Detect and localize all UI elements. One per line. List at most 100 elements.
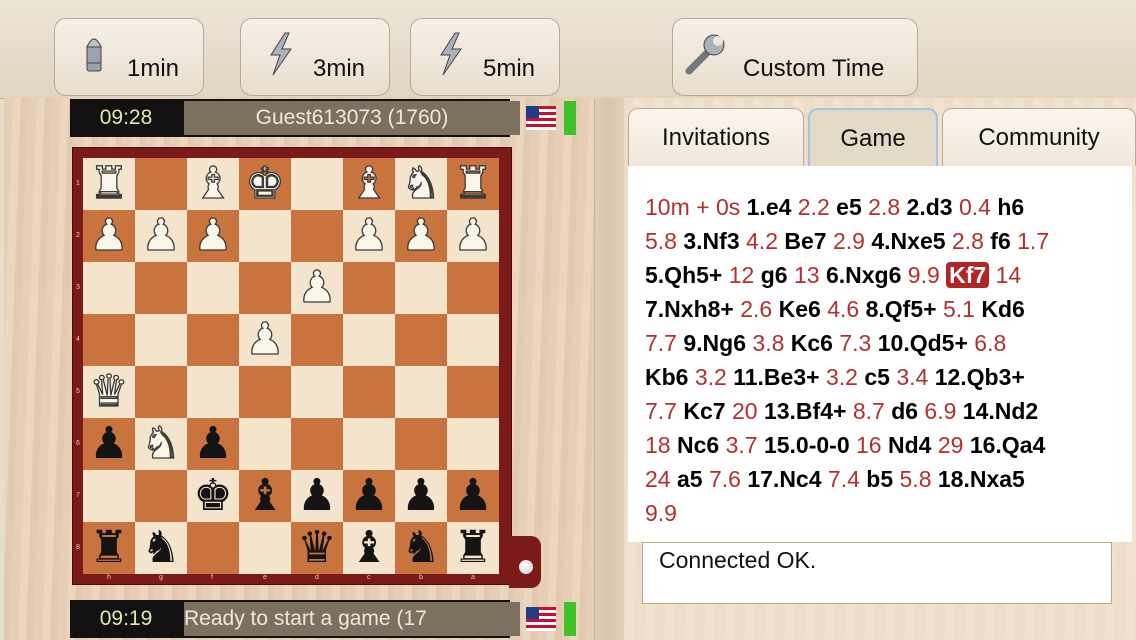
panel-divider[interactable] [594,98,625,640]
white-knight-piece[interactable]: ♞ [395,157,447,210]
move[interactable]: Nd4 [888,432,931,458]
move[interactable]: d6 [891,398,918,424]
board-square[interactable] [291,366,343,418]
board-square[interactable] [395,366,447,418]
black-king-piece[interactable]: ♚ [187,470,239,522]
custom-time-button[interactable]: Custom Time [672,18,918,96]
board-square[interactable] [291,210,343,262]
board-square[interactable] [291,418,343,470]
board-square[interactable] [135,158,187,210]
move[interactable]: 12.Qb3+ [935,364,1025,390]
move[interactable]: 11.Be3+ [733,364,819,390]
board-square[interactable] [447,366,499,418]
current-move[interactable]: Kf7 [946,262,990,288]
tab-invitations[interactable]: Invitations [628,108,804,166]
black-knight-piece[interactable]: ♞ [395,522,447,574]
tab-game[interactable]: Game [808,108,938,166]
white-bishop-piece[interactable]: ♝ [187,157,239,210]
time-3min-button[interactable]: 3min [240,18,390,96]
black-rook-piece[interactable]: ♜ [447,522,499,574]
move[interactable]: h6 [997,194,1024,220]
move[interactable]: 7.Nxh8+ [645,296,734,322]
board-square[interactable] [135,314,187,366]
chess-board[interactable]: ♜ ♝ ♚ ♝ ♞ ♜ ♟ ♟ ♟ ♟ ♟ ♟ ♟ ♟ ♛ ♟ ♞ ♟ ♚ ♝ ♟ ♟ ♟ ♟ ♜ ♞ ♛ ♝ ♞ ♜ [83,157,499,574]
white-pawn-piece[interactable]: ♟ [187,209,239,262]
white-pawn-piece[interactable]: ♟ [135,209,187,262]
tab-community[interactable]: Community [942,108,1136,166]
board-square[interactable] [447,314,499,366]
white-bishop-piece[interactable]: ♝ [343,157,395,210]
board-square[interactable] [83,314,135,366]
board-square[interactable] [187,366,239,418]
move[interactable]: g6 [761,262,788,288]
black-bishop-piece[interactable]: ♝ [343,522,395,574]
board-square[interactable] [239,262,291,314]
white-king-piece[interactable]: ♚ [239,157,291,210]
board-square[interactable] [343,418,395,470]
white-rook-piece[interactable]: ♜ [83,157,135,210]
board-square[interactable] [343,314,395,366]
board-square[interactable] [83,262,135,314]
black-bishop-piece[interactable]: ♝ [239,470,291,522]
white-knight-piece[interactable]: ♞ [135,417,187,470]
move[interactable]: a5 [677,466,703,492]
move[interactable]: Nc6 [677,432,719,458]
move[interactable]: 8.Qf5+ [866,296,937,322]
move[interactable]: 4.Nxe5 [871,228,945,254]
board-square[interactable] [447,262,499,314]
board-square[interactable] [343,262,395,314]
move[interactable]: Ke6 [779,296,821,322]
board-menu-knob[interactable] [519,560,533,574]
white-rook-piece[interactable]: ♜ [447,157,499,210]
move[interactable]: Kc7 [683,398,725,424]
move[interactable]: 15.0-0-0 [764,432,850,458]
board-square[interactable] [239,418,291,470]
black-queen-piece[interactable]: ♛ [291,522,343,574]
move[interactable]: c5 [864,364,890,390]
black-pawn-piece[interactable]: ♟ [447,470,499,522]
move[interactable]: f6 [990,228,1010,254]
board-square[interactable] [239,522,291,574]
move[interactable]: Kb6 [645,364,688,390]
black-pawn-piece[interactable]: ♟ [395,470,447,522]
board-square[interactable] [291,158,343,210]
black-pawn-piece[interactable]: ♟ [187,418,239,470]
move[interactable]: Kc6 [791,330,833,356]
black-pawn-piece[interactable]: ♟ [83,418,135,470]
board-square[interactable] [395,314,447,366]
black-knight-piece[interactable]: ♞ [135,522,187,574]
board-square[interactable] [239,210,291,262]
board-square[interactable] [395,262,447,314]
time-5min-button[interactable]: 5min [410,18,560,96]
white-pawn-piece[interactable]: ♟ [239,313,291,366]
board-square[interactable] [83,470,135,522]
move[interactable]: 5.Qh5+ [645,262,722,288]
move[interactable]: 16.Qa4 [970,432,1045,458]
time-1min-button[interactable]: 1min [54,18,204,96]
board-square[interactable] [291,314,343,366]
black-pawn-piece[interactable]: ♟ [291,470,343,522]
move[interactable]: b5 [866,466,893,492]
move[interactable]: Kd6 [981,296,1024,322]
move[interactable]: 18.Nxa5 [938,466,1025,492]
move[interactable]: 9.Ng6 [683,330,746,356]
move[interactable]: 6.Nxg6 [826,262,901,288]
board-square[interactable] [395,418,447,470]
board-square[interactable] [135,262,187,314]
white-queen-piece[interactable]: ♛ [83,365,135,418]
board-square[interactable] [187,262,239,314]
white-pawn-piece[interactable]: ♟ [291,261,343,314]
white-pawn-piece[interactable]: ♟ [83,209,135,262]
white-pawn-piece[interactable]: ♟ [395,209,447,262]
move[interactable]: Be7 [784,228,826,254]
black-rook-piece[interactable]: ♜ [83,522,135,574]
board-square[interactable] [135,366,187,418]
move[interactable]: 2.d3 [907,194,953,220]
board-square[interactable] [239,366,291,418]
move[interactable]: 13.Bf4+ [764,398,846,424]
black-pawn-piece[interactable]: ♟ [343,470,395,522]
board-square[interactable] [187,522,239,574]
board-square[interactable] [447,418,499,470]
move[interactable]: 1.e4 [747,194,792,220]
move[interactable]: e5 [836,194,862,220]
